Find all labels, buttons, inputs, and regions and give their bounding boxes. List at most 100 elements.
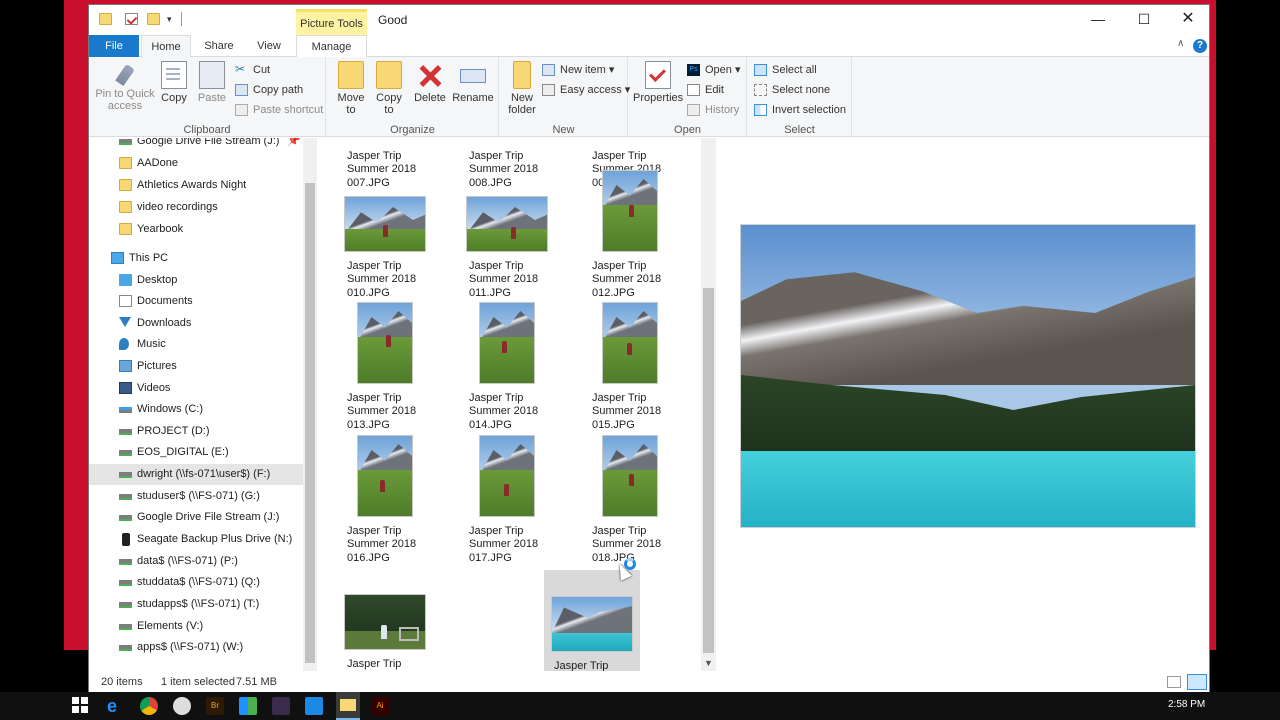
nav-item-music[interactable]: Music bbox=[89, 334, 303, 355]
nav-item-project-d[interactable]: PROJECT (D:) bbox=[89, 421, 303, 442]
paste-button[interactable]: Paste bbox=[195, 61, 229, 104]
nav-item-yearbook[interactable]: Yearbook bbox=[89, 219, 303, 240]
file-explorer-taskbar-button[interactable] bbox=[336, 692, 360, 720]
close-button[interactable]: ✕ bbox=[1165, 5, 1211, 35]
easy-access-button[interactable]: Easy access ▾ bbox=[542, 81, 630, 99]
nav-item-label: Videos bbox=[137, 382, 171, 394]
tab-manage[interactable]: Manage bbox=[296, 35, 367, 57]
navigation-scrollbar[interactable] bbox=[303, 138, 317, 671]
details-view-button[interactable] bbox=[1167, 676, 1181, 688]
bridge-icon[interactable]: Br bbox=[206, 697, 224, 715]
file-list-scrollbar-thumb[interactable] bbox=[703, 288, 714, 653]
folder-icon bbox=[119, 179, 132, 191]
history-button[interactable]: History bbox=[687, 101, 739, 119]
help-icon[interactable]: ? bbox=[1193, 39, 1207, 53]
select-all-button[interactable]: Select all bbox=[754, 61, 817, 79]
nav-item-this-pc[interactable]: This PC bbox=[89, 248, 303, 269]
nav-item-dwright-f[interactable]: dwright (\\fs-071\user$) (F:) bbox=[89, 464, 303, 485]
illustrator-icon[interactable]: Ai bbox=[371, 697, 389, 715]
file-tile-020-selected[interactable]: Jasper Trip Summer 2018 020.JPG bbox=[544, 570, 640, 671]
nav-item-google-drive-pinned[interactable]: Google Drive File Stream (J:) 📌 bbox=[89, 138, 303, 152]
open-label: Open bbox=[705, 64, 732, 76]
maximize-button[interactable]: ☐ bbox=[1121, 5, 1167, 35]
cut-label: Cut bbox=[253, 64, 271, 76]
file-tile-017[interactable]: Jasper Trip Summer 2018 017.JPG bbox=[459, 435, 555, 567]
nav-item-downloads[interactable]: Downloads bbox=[89, 313, 303, 334]
new-folder-quick-icon[interactable] bbox=[147, 13, 160, 25]
minimize-button[interactable]: — bbox=[1075, 5, 1121, 35]
collapse-ribbon-icon[interactable]: ∧ bbox=[1177, 38, 1184, 49]
nav-item-google-drive-j[interactable]: Google Drive File Stream (J:) bbox=[89, 507, 303, 528]
nav-item-pictures[interactable]: Pictures bbox=[89, 356, 303, 377]
scroll-down-icon[interactable]: ▼ bbox=[704, 658, 713, 668]
remote-desktop-icon[interactable] bbox=[305, 697, 323, 715]
tab-home[interactable]: Home bbox=[141, 35, 191, 58]
copy-path-button[interactable]: Copy path bbox=[235, 81, 303, 99]
file-tile-018[interactable]: Jasper Trip Summer 2018 018.JPG bbox=[582, 435, 678, 567]
file-list-scrollbar[interactable]: ▼ bbox=[701, 138, 716, 671]
file-tile-010[interactable]: Jasper Trip Summer 2018 010.JPG bbox=[337, 170, 433, 302]
windows-start-icon[interactable] bbox=[72, 697, 90, 715]
nav-item-studapps-t[interactable]: studapps$ (\\FS-071) (T:) bbox=[89, 594, 303, 615]
invert-selection-button[interactable]: Invert selection bbox=[754, 101, 846, 119]
nav-item-studuser-g[interactable]: studuser$ (\\FS-071) (G:) bbox=[89, 486, 303, 507]
file-tile-011[interactable]: Jasper Trip Summer 2018 011.JPG bbox=[459, 170, 555, 302]
chrome-icon[interactable] bbox=[140, 697, 158, 715]
history-label: History bbox=[705, 104, 740, 116]
copy-to-button[interactable]: Copy to bbox=[371, 61, 407, 116]
new-folder-button[interactable]: New folder bbox=[504, 61, 540, 116]
steam-icon[interactable] bbox=[173, 697, 191, 715]
tab-file[interactable]: File bbox=[89, 35, 139, 57]
properties-label: Properties bbox=[633, 92, 684, 104]
new-item-button[interactable]: New item ▾ bbox=[542, 61, 614, 79]
quick-access-dropdown-icon[interactable]: ▾ bbox=[167, 14, 172, 25]
nav-item-aadone[interactable]: AADone bbox=[89, 153, 303, 174]
nav-item-label: Downloads bbox=[137, 317, 192, 329]
file-tile-016[interactable]: Jasper Trip Summer 2018 016.JPG bbox=[337, 435, 433, 567]
open-button[interactable]: Ps Open ▾ bbox=[687, 61, 741, 79]
tab-view[interactable]: View bbox=[244, 35, 294, 57]
paste-shortcut-button[interactable]: Paste shortcut bbox=[235, 101, 323, 119]
properties-quick-icon[interactable] bbox=[125, 13, 138, 25]
preview-image bbox=[740, 224, 1196, 528]
apps-grid-icon[interactable] bbox=[239, 697, 257, 715]
edit-button[interactable]: Edit bbox=[687, 81, 724, 99]
move-to-button[interactable]: Move to bbox=[333, 61, 369, 116]
title-bar[interactable]: ▾ Picture Tools Good — ☐ ✕ bbox=[89, 5, 1209, 35]
large-icons-view-button[interactable] bbox=[1187, 674, 1207, 690]
copy-button[interactable]: Copy bbox=[157, 61, 191, 104]
file-tile-014[interactable]: Jasper Trip Summer 2018 014.JPG bbox=[459, 302, 555, 434]
nav-item-athletics-awards-night[interactable]: Athletics Awards Night bbox=[89, 175, 303, 196]
nav-item-elements-v[interactable]: Elements (V:) bbox=[89, 616, 303, 637]
nav-item-desktop[interactable]: Desktop bbox=[89, 270, 303, 291]
file-tile-015[interactable]: Jasper Trip Summer 2018 015.JPG bbox=[582, 302, 678, 434]
nav-item-apps-w[interactable]: apps$ (\\FS-071) (W:) bbox=[89, 637, 303, 658]
delete-button[interactable]: Delete bbox=[413, 61, 447, 104]
snip-tool-icon[interactable] bbox=[272, 697, 290, 715]
internet-explorer-icon[interactable]: e bbox=[107, 697, 125, 715]
navigation-scrollbar-thumb[interactable] bbox=[305, 183, 315, 663]
nav-item-eos-digital-e[interactable]: EOS_DIGITAL (E:) bbox=[89, 442, 303, 463]
invert-selection-label: Invert selection bbox=[772, 104, 846, 116]
file-tile-019[interactable]: Jasper Trip Summer 2018 019.JPG bbox=[337, 568, 433, 671]
nav-item-videos[interactable]: Videos bbox=[89, 378, 303, 399]
nav-item-video-recordings[interactable]: video recordings bbox=[89, 197, 303, 218]
nav-item-documents[interactable]: Documents bbox=[89, 291, 303, 312]
thumbnail-image bbox=[357, 302, 413, 384]
thumbnail-image bbox=[344, 196, 426, 252]
nav-item-label: studdata$ (\\FS-071) (Q:) bbox=[137, 576, 260, 588]
pin-to-quick-access-button[interactable]: Pin to Quick access bbox=[95, 61, 155, 112]
nav-item-windows-c[interactable]: Windows (C:) bbox=[89, 399, 303, 420]
file-tile-013[interactable]: Jasper Trip Summer 2018 013.JPG bbox=[337, 302, 433, 434]
nav-item-data-p[interactable]: data$ (\\FS-071) (P:) bbox=[89, 551, 303, 572]
cut-button[interactable]: ✂ Cut bbox=[235, 61, 270, 79]
thumbnail-image bbox=[344, 594, 426, 650]
properties-button[interactable]: Properties bbox=[633, 61, 683, 104]
nav-item-studdata-q[interactable]: studdata$ (\\FS-071) (Q:) bbox=[89, 572, 303, 593]
file-tile-012[interactable]: Jasper Trip Summer 2018 012.JPG bbox=[582, 170, 678, 302]
select-none-button[interactable]: Select none bbox=[754, 81, 830, 99]
file-name: Jasper Trip Summer 2018 015.JPG bbox=[592, 391, 662, 431]
rename-button[interactable]: Rename bbox=[451, 61, 495, 104]
nav-item-seagate-n[interactable]: Seagate Backup Plus Drive (N:) bbox=[89, 529, 303, 550]
tab-share[interactable]: Share bbox=[194, 35, 244, 57]
